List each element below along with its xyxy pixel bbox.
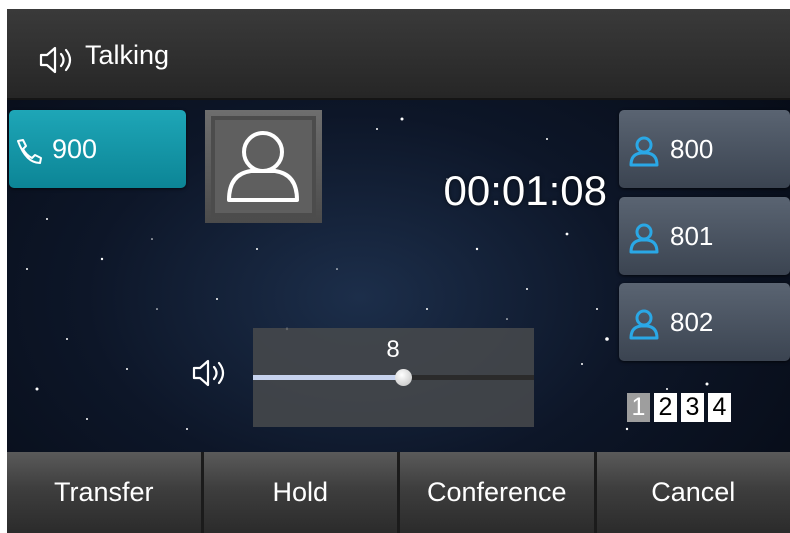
hold-button[interactable]: Hold: [203, 452, 397, 533]
contact-number: 801: [670, 221, 714, 251]
page-2[interactable]: 2: [654, 393, 677, 422]
call-timer: 00:01:08: [443, 167, 608, 214]
speaker-icon: [191, 358, 231, 393]
contact-key-802[interactable]: 802: [619, 283, 790, 361]
volume-slider[interactable]: [253, 369, 534, 386]
page-3[interactable]: 3: [681, 393, 704, 422]
softkey-bar: Transfer Hold Conference Cancel: [7, 452, 790, 533]
call-status-text: Talking: [85, 40, 170, 70]
person-icon: [629, 136, 659, 167]
phone-handset-icon: [14, 138, 44, 169]
contact-key-800[interactable]: 800: [619, 110, 790, 188]
contact-number: 800: [670, 134, 714, 164]
transfer-button[interactable]: Transfer: [7, 452, 201, 533]
person-icon: [629, 309, 659, 340]
status-bar: Talking: [7, 9, 790, 100]
active-line-number: 900: [52, 134, 98, 164]
volume-slider-handle[interactable]: [394, 369, 412, 386]
phone-screen: Talking 900 00:01:08 800 801 802 8 1 2 3…: [7, 9, 790, 533]
volume-panel: 8: [253, 328, 534, 427]
page-4[interactable]: 4: [708, 393, 731, 422]
caller-avatar: [205, 110, 322, 223]
volume-slider-fill: [253, 375, 403, 380]
person-icon: [629, 223, 659, 254]
page-indicator: 1 2 3 4: [627, 393, 731, 422]
contact-number: 802: [670, 307, 714, 337]
speaker-icon: [38, 45, 78, 80]
volume-value: 8: [386, 336, 400, 363]
line-key-active[interactable]: 900: [9, 110, 186, 188]
page-1[interactable]: 1: [627, 393, 650, 422]
person-icon: [211, 116, 316, 217]
cancel-button[interactable]: Cancel: [596, 452, 790, 533]
contact-key-801[interactable]: 801: [619, 197, 790, 275]
conference-button[interactable]: Conference: [400, 452, 594, 533]
